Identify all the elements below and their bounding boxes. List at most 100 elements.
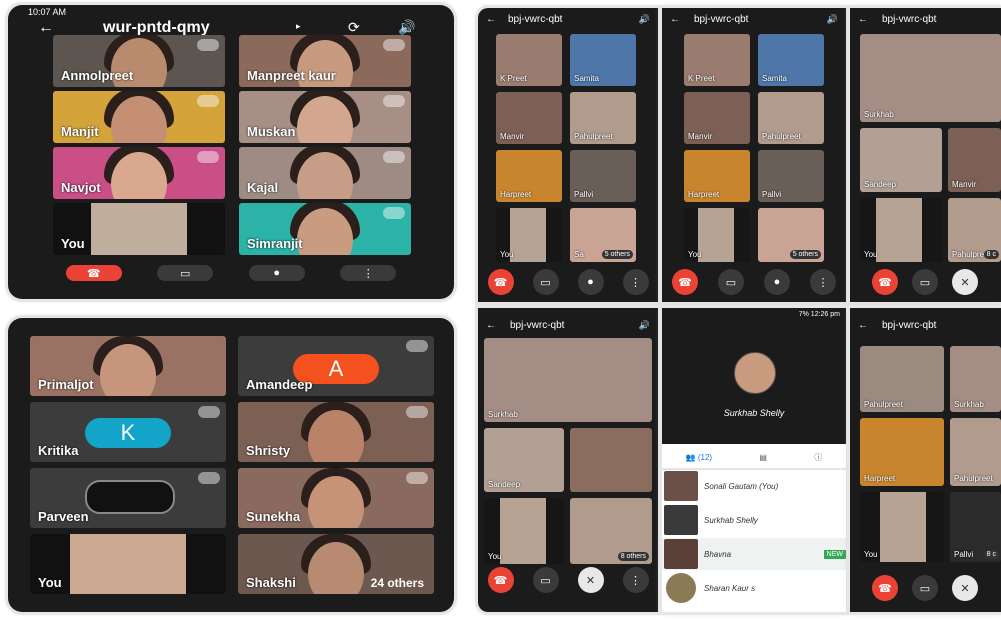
tab-people[interactable]: 👥 (12) xyxy=(686,453,712,462)
participant-tile[interactable]: Parveen xyxy=(30,468,226,528)
participant-tile[interactable]: Kajal xyxy=(239,147,411,199)
participant-tile[interactable]: Pallvi xyxy=(570,150,636,202)
camera-toggle-button[interactable]: ▭ xyxy=(912,269,938,295)
participant-tile[interactable]: Harpreet xyxy=(860,418,944,486)
others-count[interactable]: 24 others xyxy=(371,576,424,590)
end-call-button[interactable]: ☎ xyxy=(672,269,698,295)
participant-tile[interactable]: Harpreet xyxy=(496,150,562,202)
speaker-icon[interactable]: 🔊 xyxy=(639,320,650,331)
participant-tile[interactable]: Simranjit xyxy=(239,203,411,255)
list-item[interactable]: Surkhab Shelly xyxy=(662,504,846,536)
participant-tile[interactable]: Pallvi xyxy=(758,150,824,202)
participant-tile[interactable]: Pahulpreet 8 c xyxy=(948,198,1001,262)
participant-tile[interactable]: Sandeep xyxy=(484,428,564,492)
speaker-icon[interactable]: 🔊 xyxy=(827,14,838,25)
others-count[interactable]: 5 others xyxy=(601,250,633,259)
self-tile[interactable]: You xyxy=(53,203,225,255)
camera-toggle-button[interactable]: ▭ xyxy=(912,575,938,601)
back-arrow-icon[interactable]: ← xyxy=(38,19,54,37)
participant-tile[interactable]: Shakshi 24 others xyxy=(238,534,434,594)
speaker-icon[interactable]: 🔊 xyxy=(398,19,415,36)
participant-tile[interactable]: A Amandeep xyxy=(238,336,434,396)
end-call-button[interactable]: ☎ xyxy=(65,265,122,281)
back-arrow-icon[interactable]: ← xyxy=(486,320,496,331)
end-call-button[interactable]: ☎ xyxy=(872,269,898,295)
meeting-code[interactable]: bpj-vwrc-qbt xyxy=(510,320,564,331)
participant-tile[interactable]: Pahulpreet xyxy=(758,92,824,144)
participant-tile[interactable]: Surkhab xyxy=(484,338,652,422)
participant-tile[interactable]: Muskan xyxy=(239,91,411,143)
info-icon[interactable]: ⓘ xyxy=(814,452,822,463)
mic-off-button[interactable]: ✕ xyxy=(952,575,978,601)
back-arrow-icon[interactable]: ← xyxy=(486,14,496,25)
participant-tile[interactable] xyxy=(570,428,652,492)
back-arrow-icon[interactable]: ← xyxy=(670,14,680,25)
list-item[interactable]: Sonali Gautam (You) xyxy=(662,470,846,502)
others-count[interactable]: 8 others xyxy=(617,552,649,561)
dropdown-icon[interactable]: ▸ xyxy=(296,21,301,32)
participant-tile[interactable]: K Preet xyxy=(684,34,750,86)
camera-switch-icon[interactable]: ⟳ xyxy=(348,19,360,36)
mic-toggle-button[interactable]: ● xyxy=(577,269,604,295)
mic-off-button[interactable]: ✕ xyxy=(577,567,604,593)
meeting-code[interactable]: bpj-vwrc-qbt xyxy=(508,14,562,25)
others-count[interactable]: 5 others xyxy=(789,250,821,259)
participant-tile[interactable]: Manvir xyxy=(948,128,1001,192)
meeting-code[interactable]: bpj-vwrc-qbt xyxy=(882,14,936,25)
meeting-code[interactable]: bpj-vwrc-qbt xyxy=(694,14,748,25)
participant-tile[interactable]: K Preet xyxy=(496,34,562,86)
participant-tile[interactable]: 5 others xyxy=(758,208,824,262)
others-count[interactable]: 8 c xyxy=(983,250,999,259)
participant-tile[interactable]: Primaljot xyxy=(30,336,226,396)
camera-toggle-button[interactable]: ▭ xyxy=(532,567,559,593)
participant-tile[interactable]: Pallvi 8 c xyxy=(950,492,1001,562)
participant-tile[interactable]: Sunekha xyxy=(238,468,434,528)
more-options-button[interactable]: ⋮ xyxy=(340,265,397,281)
participant-tile[interactable]: Anmolpreet xyxy=(53,35,225,87)
mic-toggle-button[interactable]: ● xyxy=(248,265,305,281)
participant-tile[interactable]: Pahulpreet xyxy=(950,418,1001,486)
participant-tile[interactable]: Samita xyxy=(570,34,636,86)
back-arrow-icon[interactable]: ← xyxy=(858,14,868,25)
participant-tile[interactable]: Samita xyxy=(758,34,824,86)
participant-tile[interactable]: Manvir xyxy=(684,92,750,144)
participant-tile[interactable]: Pahulpreet xyxy=(570,92,636,144)
participant-tile[interactable]: 8 others xyxy=(570,498,652,564)
participant-tile[interactable]: Pahulpreet xyxy=(860,346,944,412)
self-tile[interactable]: You xyxy=(860,198,942,262)
camera-toggle-button[interactable]: ▭ xyxy=(157,265,214,281)
participant-tile[interactable]: Surkhab xyxy=(950,346,1001,412)
others-count[interactable]: 8 c xyxy=(983,550,999,559)
participant-tile[interactable]: Sandeep xyxy=(860,128,942,192)
camera-toggle-button[interactable]: ▭ xyxy=(718,269,744,295)
back-arrow-icon[interactable]: ← xyxy=(858,320,868,331)
list-item[interactable]: Bhavna NEW xyxy=(662,538,846,570)
list-item[interactable]: Sharan Kaur s xyxy=(662,572,846,604)
self-tile[interactable]: You xyxy=(496,208,562,262)
participant-tile[interactable]: Shristy xyxy=(238,402,434,462)
self-tile[interactable]: You xyxy=(30,534,226,594)
self-tile[interactable]: You xyxy=(860,492,944,562)
mic-toggle-button[interactable]: ● xyxy=(764,269,790,295)
more-options-button[interactable]: ⋮ xyxy=(622,269,649,295)
participant-tile[interactable]: Manjit xyxy=(53,91,225,143)
end-call-button[interactable]: ☎ xyxy=(872,575,898,601)
participant-tile[interactable]: Navjot xyxy=(53,147,225,199)
participant-tile[interactable]: K Kritika xyxy=(30,402,226,462)
chat-icon[interactable]: ▤ xyxy=(759,453,767,462)
self-tile[interactable]: You xyxy=(484,498,564,564)
more-options-button[interactable]: ⋮ xyxy=(622,567,649,593)
end-call-button[interactable]: ☎ xyxy=(487,567,514,593)
participant-tile[interactable]: Surkhab xyxy=(860,34,1001,122)
camera-toggle-button[interactable]: ▭ xyxy=(532,269,559,295)
more-options-button[interactable]: ⋮ xyxy=(810,269,836,295)
participant-tile[interactable]: Sa 5 others xyxy=(570,208,636,262)
self-tile[interactable]: You xyxy=(684,208,750,262)
end-call-button[interactable]: ☎ xyxy=(487,269,514,295)
participant-tile[interactable]: Manpreet kaur xyxy=(239,35,411,87)
speaker-icon[interactable]: 🔊 xyxy=(639,14,650,25)
participant-tile[interactable]: Harpreet xyxy=(684,150,750,202)
participant-tile[interactable]: Manvir xyxy=(496,92,562,144)
mic-off-button[interactable]: ✕ xyxy=(952,269,978,295)
meeting-code[interactable]: bpj-vwrc-qbt xyxy=(882,320,936,331)
